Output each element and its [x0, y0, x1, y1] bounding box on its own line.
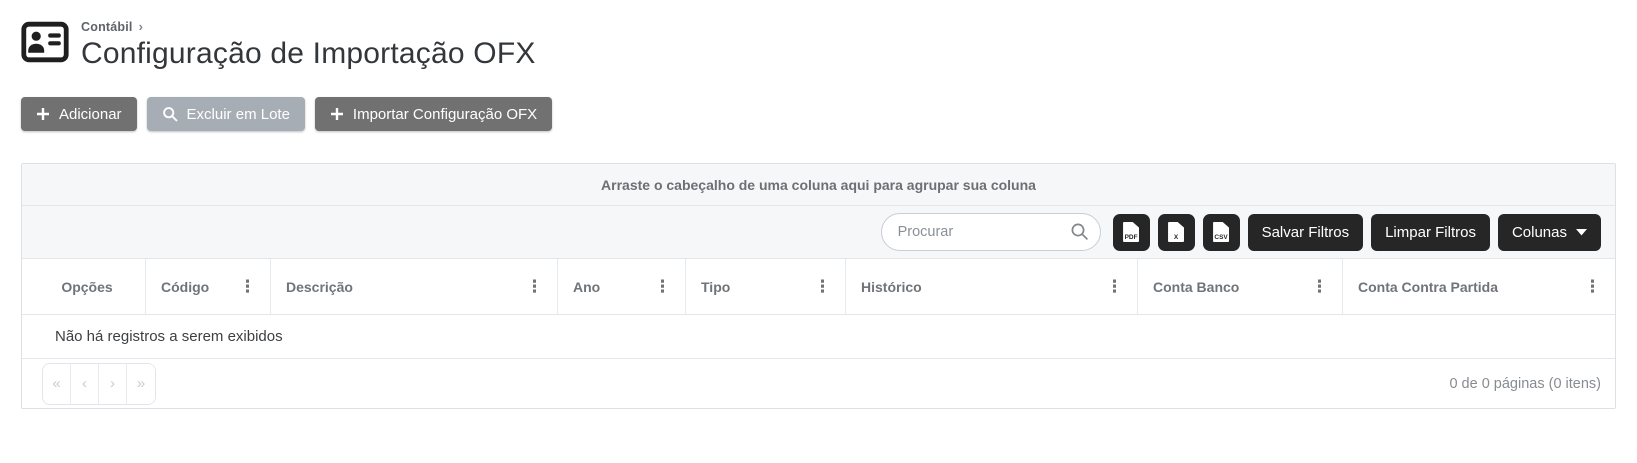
bulk-delete-button-label: Excluir em Lote: [187, 106, 290, 123]
column-label: Histórico: [861, 279, 1100, 295]
clear-filters-button[interactable]: Limpar Filtros: [1371, 214, 1490, 251]
last-page-button[interactable]: »: [127, 364, 155, 404]
add-button-label: Adicionar: [59, 106, 122, 123]
column-menu-icon[interactable]: ⋮: [1305, 278, 1334, 295]
group-by-drop-zone[interactable]: Arraste o cabeçalho de uma coluna aqui p…: [22, 164, 1615, 206]
save-filters-label: Salvar Filtros: [1262, 224, 1350, 241]
plus-icon: [330, 107, 344, 121]
columns-dropdown-button[interactable]: Colunas: [1498, 214, 1601, 251]
column-header-tipo[interactable]: Tipo ⋮: [686, 259, 846, 314]
next-page-icon: ›: [110, 375, 115, 392]
column-header-ano[interactable]: Ano ⋮: [558, 259, 686, 314]
import-ofx-config-button-label: Importar Configuração OFX: [353, 106, 537, 123]
excel-file-icon-label: X: [1168, 234, 1184, 241]
column-header-codigo[interactable]: Código ⋮: [146, 259, 271, 314]
column-menu-icon[interactable]: ⋮: [1578, 278, 1607, 295]
page-title: Configuração de Importação OFX: [81, 37, 536, 71]
pdf-file-icon-label: PDF: [1123, 234, 1139, 241]
csv-file-icon: CSV: [1213, 222, 1229, 242]
add-button[interactable]: Adicionar: [21, 97, 137, 131]
export-excel-button[interactable]: X: [1158, 214, 1195, 251]
save-filters-button[interactable]: Salvar Filtros: [1248, 214, 1364, 251]
grid-toolbar: PDF X CSV Salvar Filtros Limpar Filtros …: [22, 206, 1615, 259]
empty-state-message: Não há registros a serem exibidos: [55, 328, 283, 345]
export-pdf-button[interactable]: PDF: [1113, 214, 1150, 251]
column-label: Ano: [573, 279, 648, 295]
csv-file-icon-label: CSV: [1213, 234, 1229, 241]
pagination-bar: « ‹ › » 0 de 0 páginas (0 itens): [22, 359, 1615, 408]
next-page-button[interactable]: ›: [99, 364, 127, 404]
column-header-conta-contra-partida[interactable]: Conta Contra Partida ⋮: [1343, 259, 1615, 314]
column-label: Conta Banco: [1153, 279, 1305, 295]
breadcrumb: Contábil ›: [81, 19, 536, 34]
column-label: Conta Contra Partida: [1358, 279, 1578, 295]
column-label: Código: [161, 279, 233, 295]
data-grid: Arraste o cabeçalho de uma coluna aqui p…: [21, 163, 1616, 409]
column-header-opcoes[interactable]: Opções: [22, 259, 146, 314]
group-by-hint: Arraste o cabeçalho de uma coluna aqui p…: [601, 177, 1036, 193]
excel-file-icon: X: [1168, 222, 1184, 242]
pager-info: 0 de 0 páginas (0 itens): [1449, 376, 1601, 392]
column-header-conta-banco[interactable]: Conta Banco ⋮: [1138, 259, 1343, 314]
import-ofx-config-button[interactable]: Importar Configuração OFX: [315, 97, 552, 131]
column-label: Opções: [61, 279, 112, 295]
page-header: Contábil › Configuração de Importação OF…: [0, 0, 1637, 71]
search-icon: [162, 106, 178, 122]
first-page-icon: «: [52, 375, 60, 392]
columns-dropdown-label: Colunas: [1512, 224, 1567, 241]
column-label: Descrição: [286, 279, 520, 295]
column-header-historico[interactable]: Histórico ⋮: [846, 259, 1138, 314]
breadcrumb-separator-icon: ›: [139, 19, 144, 34]
search-input[interactable]: [881, 213, 1101, 251]
column-menu-icon[interactable]: ⋮: [520, 278, 549, 295]
export-csv-button[interactable]: CSV: [1203, 214, 1240, 251]
contact-card-icon: [21, 21, 69, 63]
previous-page-icon: ‹: [82, 375, 87, 392]
column-menu-icon[interactable]: ⋮: [808, 278, 837, 295]
column-menu-icon[interactable]: ⋮: [648, 278, 677, 295]
action-bar: Adicionar Excluir em Lote Importar Confi…: [21, 97, 1637, 131]
breadcrumb-item-contabil[interactable]: Contábil: [81, 20, 133, 34]
previous-page-button[interactable]: ‹: [71, 364, 99, 404]
clear-filters-label: Limpar Filtros: [1385, 224, 1476, 241]
search-field-wrap: [881, 213, 1101, 251]
column-label: Tipo: [701, 279, 808, 295]
plus-icon: [36, 107, 50, 121]
column-menu-icon[interactable]: ⋮: [233, 278, 262, 295]
first-page-button[interactable]: «: [43, 364, 71, 404]
bulk-delete-button[interactable]: Excluir em Lote: [147, 97, 305, 131]
search-icon: [1070, 222, 1089, 241]
column-header-descricao[interactable]: Descrição ⋮: [271, 259, 558, 314]
empty-state-row: Não há registros a serem exibidos: [22, 315, 1615, 359]
caret-down-icon: [1576, 229, 1587, 236]
pager-buttons: « ‹ › »: [42, 363, 156, 405]
column-header-row: Opções Código ⋮ Descrição ⋮ Ano ⋮ Tipo ⋮…: [22, 259, 1615, 315]
last-page-icon: »: [137, 375, 145, 392]
column-menu-icon[interactable]: ⋮: [1100, 278, 1129, 295]
pdf-file-icon: PDF: [1123, 222, 1139, 242]
